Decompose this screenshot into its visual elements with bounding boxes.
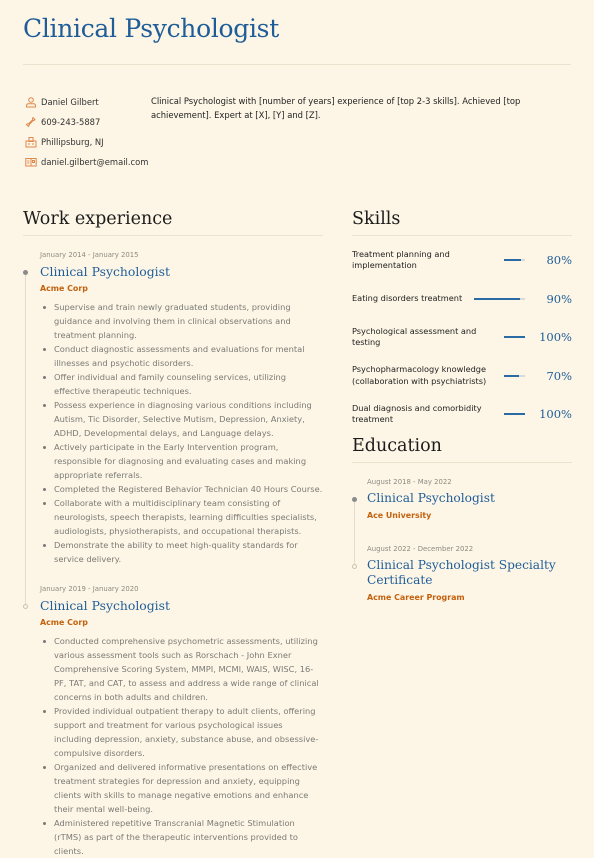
skill-row: Treatment planning and implementation 80% <box>352 247 572 273</box>
entry-date: August 2018 - May 2022 <box>367 478 452 486</box>
skill-label: Eating disorders treatment <box>352 292 463 303</box>
skill-bar-fill <box>504 413 525 415</box>
skill-label: Dual diagnosis and comorbidity treatment <box>352 402 482 425</box>
resume-title: Clinical Psychologist <box>23 14 279 43</box>
skill-bar-fill <box>504 336 525 338</box>
phone-icon <box>25 116 37 128</box>
entry-role: Clinical Psychologist <box>40 264 170 279</box>
education-heading: Education <box>352 436 442 456</box>
education-entry: August 2018 - May 2022 Clinical Psycholog… <box>352 477 572 521</box>
skill-bar-fill <box>474 297 520 300</box>
bullet-item: Provided individual outpatient therapy t… <box>40 704 323 760</box>
summary-text: Clinical Psychologist with [number of ye… <box>151 96 521 120</box>
contact-location-text: Phillipsburg, NJ <box>41 137 104 147</box>
location-icon <box>25 136 37 148</box>
entry-role: Clinical Psychologist <box>40 598 170 613</box>
section-divider <box>352 235 572 236</box>
work-entry: January 2014 - January 2015 Clinical Psyc… <box>23 250 323 566</box>
contact-name: Daniel Gilbert <box>25 92 148 112</box>
skill-percent: 80% <box>546 253 572 267</box>
bullet-item: Demonstrate the ability to meet high-qua… <box>40 538 323 566</box>
skill-bar-track <box>504 259 525 261</box>
bullet-item: Organized and delivered informative pres… <box>40 760 323 816</box>
contact-email-text[interactable]: daniel.gilbert@email.com <box>41 157 148 167</box>
skills-heading: Skills <box>352 209 401 229</box>
skills-section: Skills Treatment planning and implementa… <box>352 209 572 440</box>
header-divider <box>23 64 571 65</box>
work-timeline: January 2014 - January 2015 Clinical Psyc… <box>23 250 323 858</box>
skill-percent: 100% <box>539 407 572 421</box>
skill-percent: 90% <box>546 291 572 306</box>
skill-bar-track <box>504 336 525 338</box>
education-timeline: August 2018 - May 2022 Clinical Psycholog… <box>352 477 572 603</box>
timeline-dot-icon <box>352 497 357 502</box>
entry-bullet-list: Conducted comprehensive psychometric ass… <box>40 634 323 858</box>
bullet-item: Supervise and train newly graduated stud… <box>40 300 323 342</box>
bullet-item: Completed the Registered Behavior Techni… <box>40 482 323 496</box>
skill-bar-container <box>492 259 536 261</box>
skill-bar-track <box>504 413 525 415</box>
bullet-item: Collaborate with a multidisciplinary tea… <box>40 496 323 538</box>
section-divider <box>352 462 572 463</box>
skill-percent: 100% <box>539 330 572 344</box>
timeline-dot-icon <box>23 604 28 609</box>
entry-role: Clinical Psychologist Specialty Certific… <box>367 558 556 587</box>
skill-label: Psychopharmacology knowledge (collaborat… <box>352 364 487 386</box>
skill-bar-container <box>492 413 536 415</box>
timeline-dot-icon <box>23 270 28 275</box>
bullet-item: Offer individual and family counseling s… <box>40 370 323 398</box>
resume-page: Clinical Psychologist Daniel Gilbert 609… <box>0 0 594 856</box>
skill-bar-fill <box>504 374 519 377</box>
skill-bar-fill <box>504 259 521 261</box>
entry-date: January 2014 - January 2015 <box>40 251 139 259</box>
entry-date: August 2022 - December 2022 <box>367 545 474 553</box>
entry-organization: Acme Corp <box>40 284 88 293</box>
email-icon <box>25 156 37 168</box>
skill-label: Treatment planning and implementation <box>352 248 450 271</box>
person-icon <box>25 96 37 108</box>
skill-bar-container <box>492 374 536 377</box>
section-divider <box>23 235 323 236</box>
bullet-item: Actively participate in the Early Interv… <box>40 440 323 482</box>
entry-bullet-list: Supervise and train newly graduated stud… <box>40 300 323 566</box>
contact-phone: 609-243-5887 <box>25 112 148 132</box>
bullet-item: Possess experience in diagnosing various… <box>40 398 323 440</box>
skill-row: Psychological assessment and testing 100% <box>352 324 572 350</box>
contact-phone-text: 609-243-5887 <box>41 117 101 127</box>
skill-list: Treatment planning and implementation 80%… <box>352 247 572 427</box>
entry-organization: Acme Career Program <box>367 593 465 602</box>
skill-row: Dual diagnosis and comorbidity treatment… <box>352 401 572 427</box>
skill-row: Eating disorders treatment 90% <box>352 286 572 312</box>
bullet-item: Conduct diagnostic assessments and evalu… <box>40 342 323 370</box>
education-entry: August 2022 - December 2022 Clinical Psyc… <box>352 544 572 603</box>
timeline-dot-icon <box>352 564 357 569</box>
skill-bar-container <box>462 297 536 300</box>
contact-name-text: Daniel Gilbert <box>41 97 99 107</box>
skill-label: Psychological assessment and testing <box>352 325 477 348</box>
skill-bar-track <box>474 297 525 300</box>
bullet-item: Conducted comprehensive psychometric ass… <box>40 634 323 704</box>
skill-bar-container <box>492 336 536 338</box>
contact-location: Phillipsburg, NJ <box>25 132 148 152</box>
bullet-item: Administered repetitive Transcranial Mag… <box>40 816 323 858</box>
entry-role: Clinical Psychologist <box>367 491 495 505</box>
contact-list: Daniel Gilbert 609-243-5887 Phillipsburg… <box>25 92 148 172</box>
entry-organization: Acme Corp <box>40 618 88 627</box>
work-entry: January 2019 - January 2020 Clinical Psyc… <box>23 584 323 858</box>
skill-percent: 70% <box>546 368 572 383</box>
work-experience-heading: Work experience <box>23 209 173 229</box>
education-section: Education August 2018 - May 2022 Clinical… <box>352 436 572 603</box>
entry-date: January 2019 - January 2020 <box>40 585 139 593</box>
skill-row: Psychopharmacology knowledge (collaborat… <box>352 363 572 389</box>
entry-organization: Ace University <box>367 511 432 520</box>
contact-email: daniel.gilbert@email.com <box>25 152 148 172</box>
skill-bar-track <box>504 374 525 377</box>
work-experience-section: Work experience January 2014 - January 2… <box>23 209 323 858</box>
